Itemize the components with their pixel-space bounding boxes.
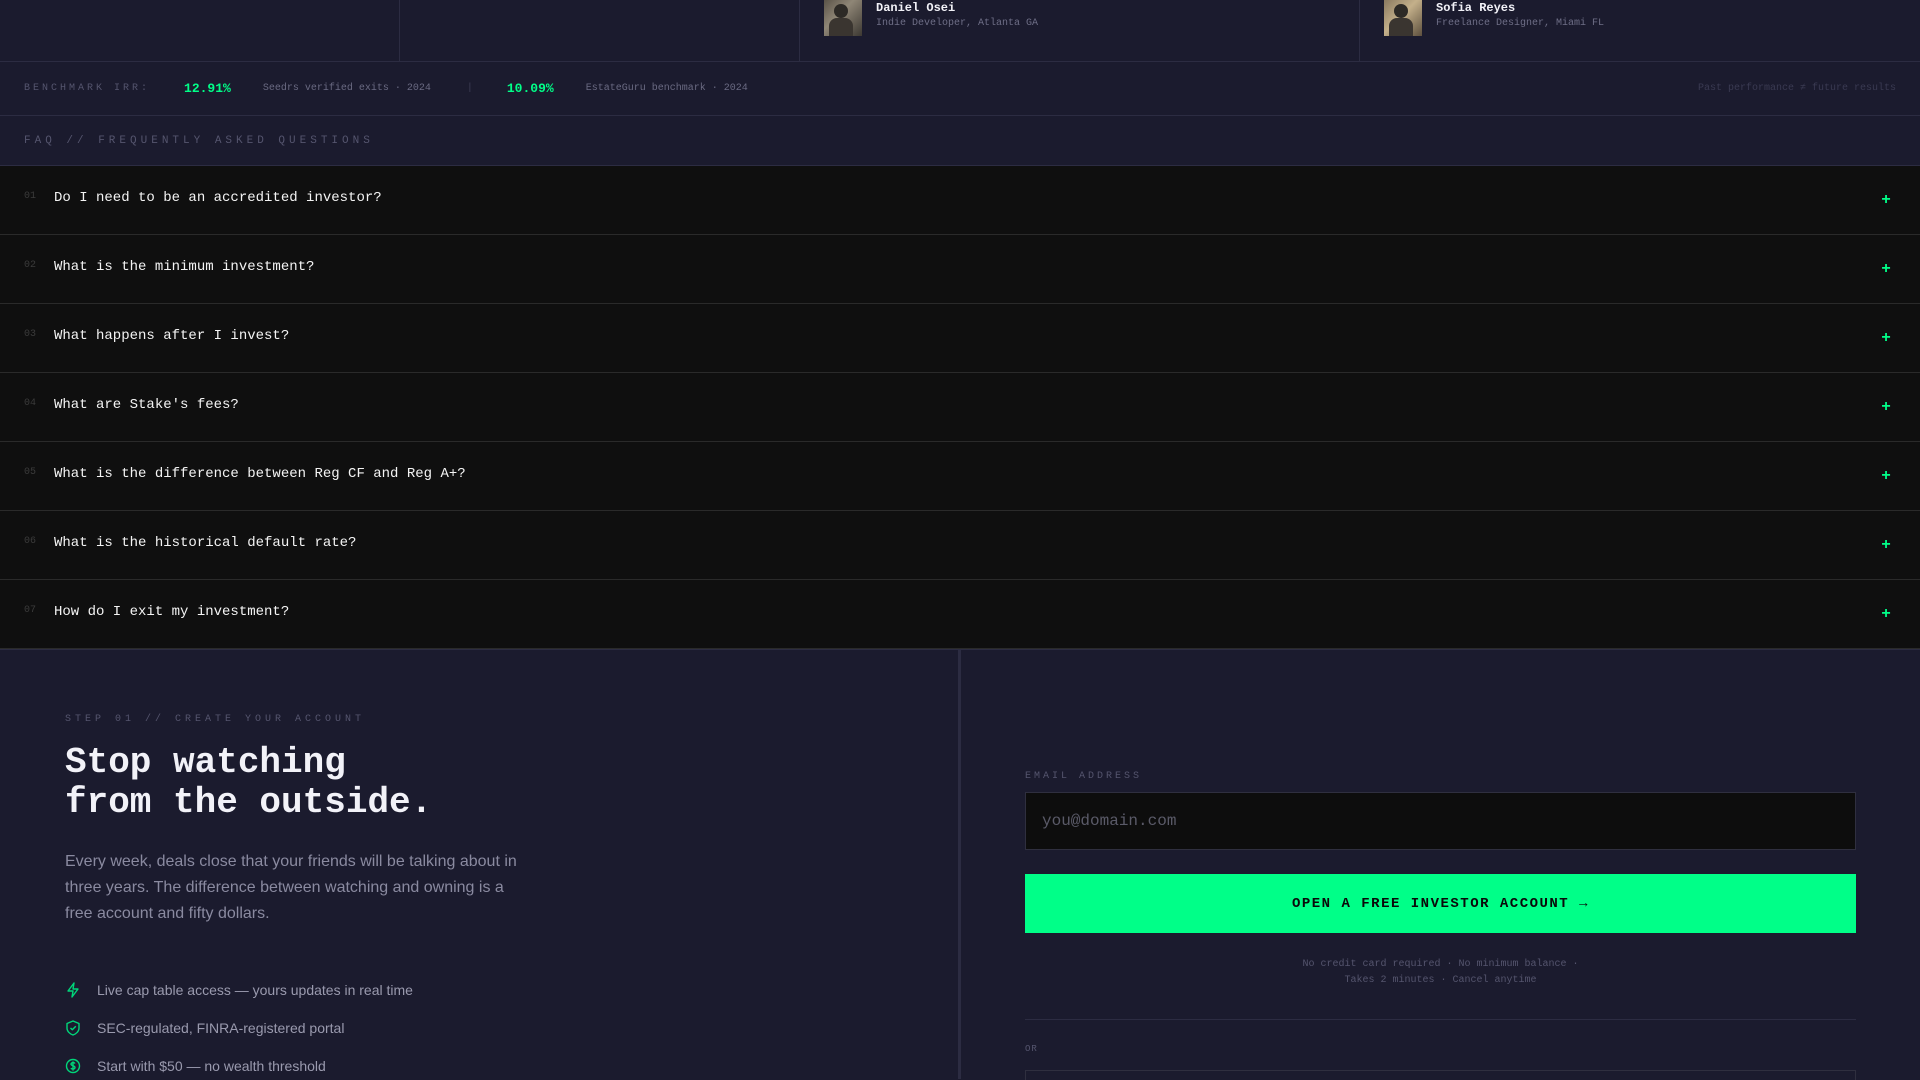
author-role: Freelance Designer, Miami FL bbox=[1436, 18, 1605, 29]
benchmark-source: EstateGuru benchmark · 2024 bbox=[585, 83, 748, 94]
benefit-list: Live cap table access — yours updates in… bbox=[65, 971, 958, 1080]
benchmark-value: 12.91% bbox=[184, 81, 231, 96]
plus-icon[interactable]: + bbox=[1876, 467, 1896, 485]
fineprint-line: Takes 2 minutes · Cancel anytime bbox=[1344, 975, 1537, 986]
fineprint: No credit card required · No minimum bal… bbox=[1025, 957, 1856, 989]
alternate-signup-button[interactable] bbox=[1025, 1070, 1856, 1080]
shield-check-icon bbox=[66, 1020, 80, 1036]
plus-icon[interactable]: + bbox=[1876, 329, 1896, 347]
author-role: Indie Developer, Atlanta GA bbox=[876, 18, 1039, 29]
or-label: OR bbox=[1025, 1044, 1038, 1054]
email-label: EMAIL ADDRESS bbox=[1025, 771, 1143, 782]
list-item: SEC-regulated, FINRA-registered portal bbox=[65, 1009, 958, 1047]
testimonial-cell-sofia: Sofia Reyes Freelance Designer, Miami FL bbox=[1360, 0, 1920, 61]
faq-number: 01 bbox=[24, 190, 37, 202]
signup-form: EMAIL ADDRESS OPEN A FREE INVESTOR ACCOU… bbox=[961, 650, 1920, 1080]
testimonial-cell-daniel: Daniel Osei Indie Developer, Atlanta GA bbox=[800, 0, 1360, 61]
faq-number: 02 bbox=[24, 259, 37, 271]
avatar bbox=[824, 0, 862, 36]
testimonial-author: Sofia Reyes Freelance Designer, Miami FL bbox=[1384, 0, 1604, 36]
step-label: STEP 01 // CREATE YOUR ACCOUNT bbox=[65, 714, 366, 725]
benchmark-value: 10.09% bbox=[506, 81, 554, 96]
plus-icon[interactable]: + bbox=[1876, 260, 1896, 278]
faq-heading: FAQ // FREQUENTLY ASKED QUESTIONS bbox=[0, 116, 1920, 166]
faq-question: Do I need to be an accredited investor? bbox=[54, 190, 382, 206]
faq-question: What is the difference between Reg CF an… bbox=[54, 466, 466, 482]
benchmark-bar: BENCHMARK IRR: 12.91% Seedrs verified ex… bbox=[0, 62, 1920, 116]
faq-question: How do I exit my investment? bbox=[54, 604, 290, 620]
faq-number: 04 bbox=[24, 397, 37, 409]
faq-item[interactable]: 07 How do I exit my investment? + bbox=[0, 580, 1920, 649]
dollar-circle-icon bbox=[65, 1058, 81, 1074]
testimonial-cell-empty-2 bbox=[400, 0, 800, 61]
plus-icon[interactable]: + bbox=[1876, 536, 1896, 554]
signup-pitch: STEP 01 // CREATE YOUR ACCOUNT Stop watc… bbox=[0, 650, 961, 1079]
benchmark-label: BENCHMARK IRR: bbox=[24, 83, 151, 94]
divider bbox=[1025, 1019, 1856, 1020]
faq-item[interactable]: 02 What is the minimum investment? + bbox=[0, 235, 1920, 304]
faq-number: 07 bbox=[24, 604, 37, 616]
faq-item[interactable]: 05 What is the difference between Reg CF… bbox=[0, 442, 1920, 511]
benchmark-source: Seedrs verified exits · 2024 bbox=[262, 83, 431, 94]
faq-item[interactable]: 01 Do I need to be an accredited investo… bbox=[0, 166, 1920, 235]
faq-number: 03 bbox=[24, 328, 37, 340]
faq-question: What is the minimum investment? bbox=[54, 259, 315, 275]
open-account-button[interactable]: OPEN A FREE INVESTOR ACCOUNT → bbox=[1025, 874, 1856, 933]
avatar bbox=[1384, 0, 1422, 36]
testimonial-author: Daniel Osei Indie Developer, Atlanta GA bbox=[824, 0, 1038, 36]
plus-icon[interactable]: + bbox=[1876, 191, 1896, 209]
faq-number: 05 bbox=[24, 466, 37, 478]
faq-question: What are Stake's fees? bbox=[54, 397, 239, 413]
faq-item[interactable]: 03 What happens after I invest? + bbox=[0, 304, 1920, 373]
faq-list: 01 Do I need to be an accredited investo… bbox=[0, 166, 1920, 649]
testimonial-strip: Daniel Osei Indie Developer, Atlanta GA … bbox=[0, 0, 1920, 62]
plus-icon[interactable]: + bbox=[1876, 605, 1896, 623]
benefit-text: SEC-regulated, FINRA-registered portal bbox=[97, 1020, 345, 1036]
lightning-icon bbox=[67, 982, 79, 998]
faq-number: 06 bbox=[24, 535, 37, 547]
faq-question: What is the historical default rate? bbox=[54, 535, 357, 551]
email-field[interactable] bbox=[1025, 792, 1856, 850]
faq-item[interactable]: 06 What is the historical default rate? … bbox=[0, 511, 1920, 580]
faq-item[interactable]: 04 What are Stake's fees? + bbox=[0, 373, 1920, 442]
fineprint-line: No credit card required · No minimum bal… bbox=[1302, 959, 1579, 970]
signup-section: STEP 01 // CREATE YOUR ACCOUNT Stop watc… bbox=[0, 649, 1920, 1080]
signup-headline: Stop watching from the outside. bbox=[65, 742, 433, 823]
signup-body: Every week, deals close that your friend… bbox=[65, 853, 517, 922]
benefit-text: Start with $50 — no wealth threshold bbox=[97, 1058, 326, 1074]
plus-icon[interactable]: + bbox=[1876, 398, 1896, 416]
faq-question: What happens after I invest? bbox=[54, 328, 290, 344]
list-item: Live cap table access — yours updates in… bbox=[65, 971, 958, 1009]
list-item: Start with $50 — no wealth threshold bbox=[65, 1047, 958, 1080]
testimonial-cell-empty-1 bbox=[0, 0, 400, 61]
benefit-text: Live cap table access — yours updates in… bbox=[97, 982, 413, 998]
author-name: Sofia Reyes bbox=[1436, 1, 1516, 15]
benchmark-separator: | bbox=[466, 83, 473, 94]
benchmark-disclaimer: Past performance ≠ future results bbox=[1697, 83, 1896, 94]
author-name: Daniel Osei bbox=[876, 1, 956, 15]
